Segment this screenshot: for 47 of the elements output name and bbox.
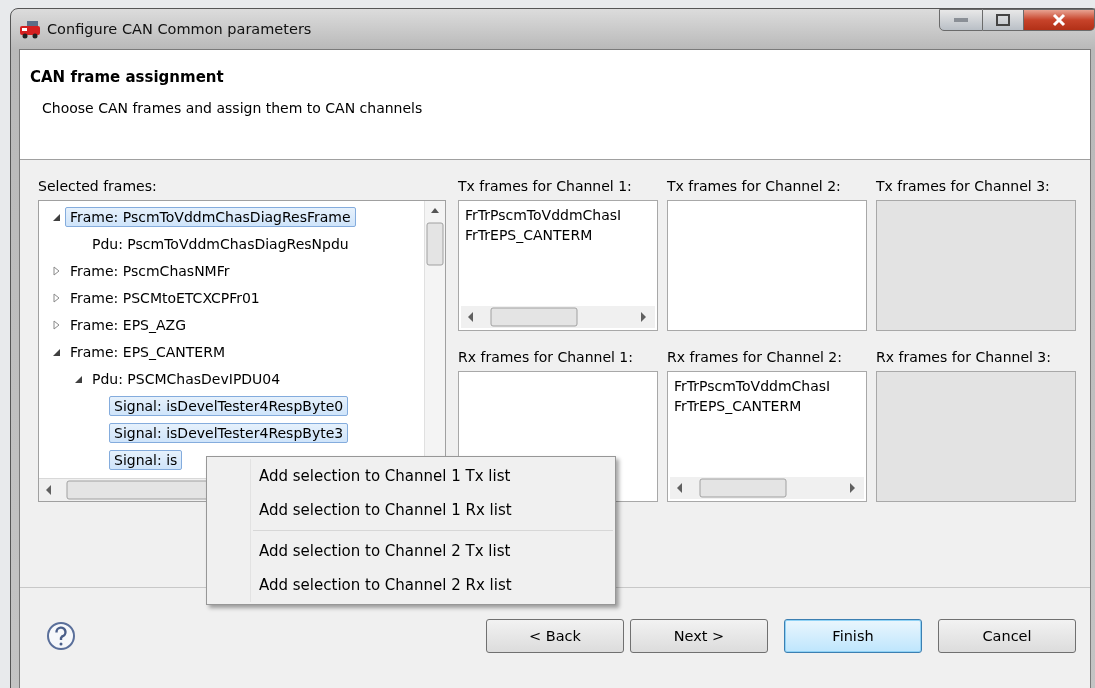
close-button[interactable] <box>1024 9 1095 31</box>
list-item[interactable]: FrTrPscmToVddmChasI <box>674 376 866 396</box>
tree-label: Selected frames: <box>38 178 158 194</box>
horizontal-scrollbar[interactable] <box>461 306 655 328</box>
tree-item[interactable]: Pdu: PscmToVddmChasDiagResNpdu <box>87 233 354 254</box>
help-icon[interactable] <box>46 621 76 651</box>
list-item[interactable]: FrTrEPS_CANTERM <box>674 396 866 416</box>
frame-list[interactable]: FrTrPscmToVddmChasI FrTrEPS_CANTERM <box>667 371 867 502</box>
maximize-button[interactable] <box>983 9 1024 31</box>
list-label: Tx frames for Channel 3: <box>876 178 1051 194</box>
list-item[interactable]: FrTrEPS_CANTERM <box>465 225 657 245</box>
list-label: Tx frames for Channel 2: <box>667 178 842 194</box>
list-label: Rx frames for Channel 1: <box>458 349 634 365</box>
maximize-icon <box>996 14 1010 26</box>
dialog-button[interactable]: Cancel <box>938 619 1076 653</box>
tree-item[interactable]: Frame: PscmChasNMFr <box>65 260 235 281</box>
horizontal-scrollbar[interactable] <box>670 477 864 499</box>
list-label: Rx frames for Channel 3: <box>876 349 1052 365</box>
page-title: CAN frame assignment <box>30 68 225 86</box>
tree-item[interactable]: Frame: EPS_CANTERM <box>65 341 230 362</box>
frame-list[interactable] <box>876 200 1076 331</box>
list-label: Tx frames for Channel 1: <box>458 178 633 194</box>
tree-item[interactable]: Signal: isDevelTester4RespByte0 <box>109 395 349 416</box>
window-title: Configure CAN Common parameters <box>47 21 312 37</box>
menu-item[interactable]: Add selection to Channel 2 Rx list <box>207 568 615 602</box>
list-item[interactable]: FrTrPscmToVddmChasI <box>465 205 657 225</box>
tree-item[interactable]: Signal: is <box>109 449 183 470</box>
fire-truck-icon <box>19 19 41 39</box>
frame-list[interactable] <box>876 371 1076 502</box>
dialog-button[interactable]: Finish <box>784 619 922 653</box>
tree-item[interactable]: Pdu: PSCMChasDevIPDU04 <box>87 368 286 389</box>
frame-list[interactable]: FrTrPscmToVddmChasI FrTrEPS_CANTERM <box>458 200 658 331</box>
list-label: Rx frames for Channel 2: <box>667 349 843 365</box>
frame-list[interactable] <box>667 200 867 331</box>
close-icon <box>1051 13 1067 27</box>
tree-item[interactable]: Signal: isDevelTester4RespByte3 <box>109 422 349 443</box>
menu-item[interactable]: Add selection to Channel 1 Tx list <box>207 459 615 493</box>
tree-item[interactable]: Frame: EPS_AZG <box>65 314 191 335</box>
minimize-button[interactable] <box>939 9 983 31</box>
tree-item[interactable]: Frame: PSCMtoETCXCPFr01 <box>65 287 265 308</box>
menu-item[interactable]: Add selection to Channel 1 Rx list <box>207 493 615 527</box>
page-description: Choose CAN frames and assign them to CAN channels <box>42 100 424 116</box>
dialog-button[interactable]: Next > <box>630 619 768 653</box>
tree-item[interactable]: Frame: PscmToVddmChasDiagResFrame <box>65 206 356 227</box>
menu-item[interactable]: Add selection to Channel 2 Tx list <box>207 534 615 568</box>
minimize-icon <box>954 18 968 22</box>
dialog-button[interactable]: < Back <box>486 619 624 653</box>
